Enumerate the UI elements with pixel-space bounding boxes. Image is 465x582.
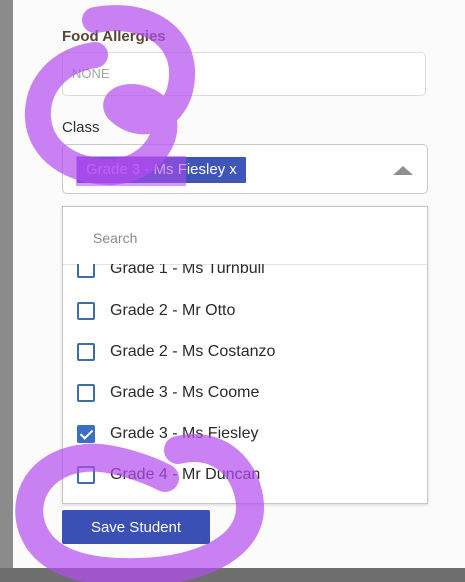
selected-class-chip-label: Grade 3 - Ms Fiesley [86,161,226,178]
food-allergies-input[interactable]: NONE [62,52,426,96]
selected-class-chip[interactable]: Grade 3 - Ms Fiesley x [77,157,246,183]
student-form-page: Food Allergies NONE Class Grade 3 - Ms F… [0,0,465,582]
option-label: Grade 2 - Mr Otto [110,302,236,319]
caret-up-icon[interactable] [393,166,413,175]
option-checkbox[interactable] [77,466,95,484]
search-input[interactable] [91,229,395,247]
save-student-button[interactable]: Save Student [62,510,210,544]
option-item[interactable]: Grade 4 - Mr Duncan [63,456,427,496]
option-label: Grade 3 - Ms Coome [110,384,260,401]
option-item[interactable]: Grade 3 - Ms Fiesley [63,415,427,455]
dropdown-search [63,207,427,265]
food-allergies-label: Food Allergies [62,28,166,45]
option-checkbox[interactable] [77,302,95,320]
option-item[interactable]: Grade 3 - Ms Coome [63,374,427,414]
chip-remove-icon[interactable]: x [229,161,237,178]
option-checkbox[interactable] [77,384,95,402]
option-label: Grade 1 - Ms Turnbull [110,264,265,277]
bottom-edge-divider [0,568,465,582]
options-list: Grade 1 - Ms Turnbull Grade 2 - Mr Otto … [63,264,427,503]
class-dropdown: Grade 1 - Ms Turnbull Grade 2 - Mr Otto … [62,206,428,504]
option-item[interactable]: Grade 2 - Ms Costanzo [63,333,427,373]
class-label: Class [62,119,100,136]
option-checkbox[interactable] [77,343,95,361]
option-label: Grade 2 - Ms Costanzo [110,343,276,360]
checked-checkbox-icon[interactable] [77,425,95,443]
class-select[interactable]: Grade 3 - Ms Fiesley x [62,144,428,194]
left-edge-divider [0,0,13,582]
option-item[interactable]: Grade 2 - Mr Otto [63,292,427,332]
option-label: Grade 4 - Mr Duncan [110,466,261,483]
option-label: Grade 3 - Ms Fiesley [110,425,259,442]
option-item[interactable]: Grade 1 - Ms Turnbull [63,264,427,290]
option-checkbox[interactable] [77,264,95,278]
